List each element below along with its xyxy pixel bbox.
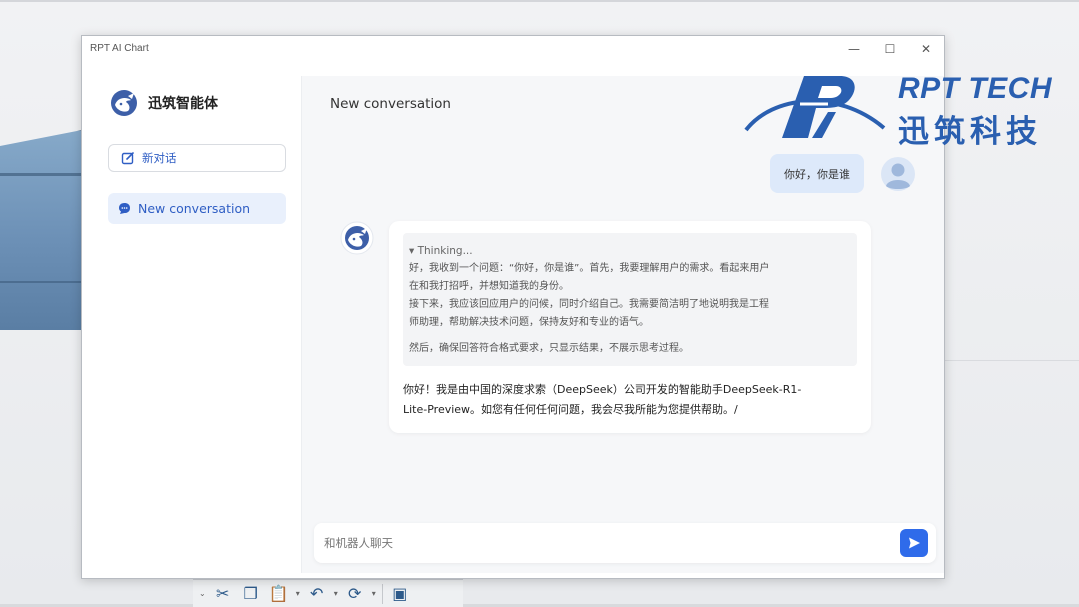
window-controls: — ☐ ✕ (836, 36, 944, 61)
rpt-logo-icon (744, 76, 886, 138)
thinking-line: 然后，确保回答符合格式要求，只显示结果，不展示思考过程。 (409, 343, 689, 354)
background-3d-model (0, 130, 82, 330)
close-button[interactable]: ✕ (908, 36, 944, 61)
background-top-rule (0, 0, 1079, 2)
window-client: 迅筑智能体 新对话 New conversation New conversat… (94, 76, 944, 573)
brand: 迅筑智能体 (109, 88, 287, 118)
brand-name: 迅筑智能体 (148, 96, 218, 112)
background-panel (944, 360, 1079, 500)
company-watermark: RPT TECH 迅筑科技 (742, 68, 1072, 150)
chat-bubble-icon (119, 203, 130, 214)
bot-answer: 你好！我是由中国的深度求索（DeepSeek）公司开发的智能助手DeepSeek… (403, 380, 857, 420)
thinking-panel[interactable]: ▾ Thinking... 好，我收到一个问题：“你好，你是谁”。首先，我要理解… (403, 233, 857, 366)
scissors-icon[interactable]: ✂ (212, 584, 234, 604)
redo-icon[interactable]: ⟳ (344, 584, 366, 604)
conversation-label: New conversation (138, 201, 251, 216)
new-chat-button[interactable]: 新对话 (108, 144, 286, 172)
bot-avatar-icon (340, 221, 374, 255)
sidebar: 迅筑智能体 新对话 New conversation (94, 76, 302, 573)
toolbar-separator (381, 583, 383, 604)
new-chat-label: 新对话 (142, 151, 177, 165)
copy-icon[interactable]: ❐ (240, 584, 262, 604)
paste-dropdown-icon[interactable]: ▾ (296, 589, 300, 598)
answer-line: Lite-Preview。如您有任何任何问题，我会尽我所能为您提供帮助。/ (403, 403, 738, 416)
maximize-button[interactable]: ☐ (872, 36, 908, 61)
edit-icon (121, 152, 134, 165)
toolbar-dropdown-icon[interactable]: ⌄ (199, 589, 206, 598)
undo-dropdown-icon[interactable]: ▾ (334, 589, 338, 598)
user-message-row: 你好，你是谁 (770, 154, 916, 193)
whale-logo-icon (111, 90, 137, 116)
answer-line: 你好！我是由中国的深度求索（DeepSeek）公司开发的智能助手DeepSeek… (403, 383, 802, 396)
chat-input-bar (314, 523, 936, 563)
minimize-button[interactable]: — (836, 36, 872, 61)
paste-icon[interactable]: 📋 (268, 584, 290, 604)
thinking-gap (409, 332, 849, 340)
chat-input[interactable] (324, 536, 900, 550)
thinking-line: 师助理，帮助解决技术问题，保持友好和专业的语气。 (409, 317, 649, 328)
title-bar[interactable]: RPT AI Chart — ☐ ✕ (82, 36, 944, 61)
user-message-bubble: 你好，你是谁 (770, 154, 864, 193)
send-button[interactable] (900, 529, 928, 557)
undo-icon[interactable]: ↶ (306, 584, 328, 604)
watermark-text-cn: 迅筑科技 (898, 114, 1042, 150)
thinking-line: 接下来，我应该回应用户的问候，同时介绍自己。我需要简洁明了地说明我是工程 (409, 299, 769, 310)
send-icon (909, 537, 920, 549)
background-toolbar: ⌄ ✂ ❐ 📋 ▾ ↶ ▾ ⟳ ▾ ▣ (193, 579, 463, 607)
user-avatar-icon (881, 156, 915, 191)
chat-main: New conversation 你好，你是谁 ▾ Thinking... 好，… (302, 76, 944, 573)
redo-dropdown-icon[interactable]: ▾ (372, 589, 376, 598)
conversation-item[interactable]: New conversation (108, 193, 286, 224)
thinking-line: 好，我收到一个问题：“你好，你是谁”。首先，我要理解用户的需求。看起来用户 (409, 263, 770, 274)
bot-message-card: ▾ Thinking... 好，我收到一个问题：“你好，你是谁”。首先，我要理解… (389, 221, 871, 433)
thinking-line: 在和我打招呼，并想知道我的身份。 (409, 281, 569, 292)
watermark-text-en: RPT TECH (898, 72, 1052, 105)
window-title: RPT AI Chart (90, 43, 149, 54)
app-icon[interactable]: ▣ (389, 584, 411, 604)
thinking-toggle[interactable]: ▾ Thinking... (409, 242, 849, 260)
